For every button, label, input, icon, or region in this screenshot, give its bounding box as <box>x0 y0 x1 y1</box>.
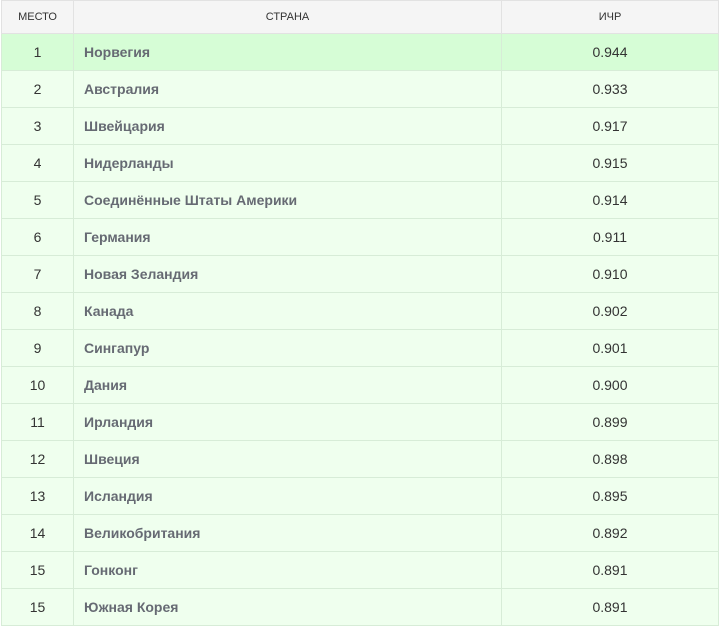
country-cell: Швеция <box>73 440 502 478</box>
hdi-cell: 0.895 <box>501 477 719 515</box>
table-row: 10 Дания 0.900 <box>1 366 719 404</box>
hdi-cell: 0.933 <box>501 70 719 108</box>
country-cell: Дания <box>73 366 502 404</box>
rank-cell: 6 <box>1 218 74 256</box>
table-row: 9 Сингапур 0.901 <box>1 329 719 367</box>
hdi-ranking-table: МЕСТО СТРАНА ИЧР 1 Норвегия 0.944 2 Авст… <box>1 0 719 626</box>
table-row: 4 Нидерланды 0.915 <box>1 144 719 182</box>
rank-cell: 13 <box>1 477 74 515</box>
country-cell: Канада <box>73 292 502 330</box>
header-row: МЕСТО СТРАНА ИЧР <box>1 0 719 34</box>
hdi-cell: 0.892 <box>501 514 719 552</box>
country-cell: Новая Зеландия <box>73 255 502 293</box>
table-row: 13 Исландия 0.895 <box>1 477 719 515</box>
hdi-cell: 0.910 <box>501 255 719 293</box>
table-row: 14 Великобритания 0.892 <box>1 514 719 552</box>
table-body: 1 Норвегия 0.944 2 Австралия 0.933 3 Шве… <box>1 33 719 626</box>
table-row: 8 Канада 0.902 <box>1 292 719 330</box>
rank-cell: 15 <box>1 588 74 626</box>
hdi-cell: 0.891 <box>501 588 719 626</box>
table-row: 15 Гонконг 0.891 <box>1 551 719 589</box>
country-cell: Ирландия <box>73 403 502 441</box>
rank-cell: 12 <box>1 440 74 478</box>
table-row: 5 Соединённые Штаты Америки 0.914 <box>1 181 719 219</box>
hdi-cell: 0.915 <box>501 144 719 182</box>
country-cell: Соединённые Штаты Америки <box>73 181 502 219</box>
hdi-cell: 0.898 <box>501 440 719 478</box>
country-cell: Норвегия <box>73 33 502 71</box>
country-cell: Германия <box>73 218 502 256</box>
hdi-ranking-table-container: МЕСТО СТРАНА ИЧР 1 Норвегия 0.944 2 Авст… <box>1 0 719 626</box>
rank-cell: 5 <box>1 181 74 219</box>
country-cell: Сингапур <box>73 329 502 367</box>
rank-cell: 8 <box>1 292 74 330</box>
table-row: 15 Южная Корея 0.891 <box>1 588 719 626</box>
hdi-cell: 0.902 <box>501 292 719 330</box>
table-row: 3 Швейцария 0.917 <box>1 107 719 145</box>
column-header-country[interactable]: СТРАНА <box>73 0 502 34</box>
rank-cell: 11 <box>1 403 74 441</box>
hdi-cell: 0.911 <box>501 218 719 256</box>
rank-cell: 4 <box>1 144 74 182</box>
table-header: МЕСТО СТРАНА ИЧР <box>1 0 719 34</box>
country-cell: Австралия <box>73 70 502 108</box>
country-cell: Нидерланды <box>73 144 502 182</box>
rank-cell: 1 <box>1 33 74 71</box>
hdi-cell: 0.901 <box>501 329 719 367</box>
hdi-cell: 0.944 <box>501 33 719 71</box>
table-row: 2 Австралия 0.933 <box>1 70 719 108</box>
table-row: 6 Германия 0.911 <box>1 218 719 256</box>
hdi-cell: 0.917 <box>501 107 719 145</box>
hdi-cell: 0.914 <box>501 181 719 219</box>
country-cell: Исландия <box>73 477 502 515</box>
column-header-rank[interactable]: МЕСТО <box>1 0 74 34</box>
rank-cell: 7 <box>1 255 74 293</box>
table-row: 12 Швеция 0.898 <box>1 440 719 478</box>
column-header-hdi[interactable]: ИЧР <box>501 0 719 34</box>
hdi-cell: 0.891 <box>501 551 719 589</box>
country-cell: Швейцария <box>73 107 502 145</box>
rank-cell: 2 <box>1 70 74 108</box>
hdi-cell: 0.900 <box>501 366 719 404</box>
table-row: 1 Норвегия 0.944 <box>1 33 719 71</box>
table-row: 11 Ирландия 0.899 <box>1 403 719 441</box>
country-cell: Гонконг <box>73 551 502 589</box>
country-cell: Южная Корея <box>73 588 502 626</box>
rank-cell: 14 <box>1 514 74 552</box>
table-row: 7 Новая Зеландия 0.910 <box>1 255 719 293</box>
country-cell: Великобритания <box>73 514 502 552</box>
rank-cell: 3 <box>1 107 74 145</box>
hdi-cell: 0.899 <box>501 403 719 441</box>
rank-cell: 10 <box>1 366 74 404</box>
rank-cell: 9 <box>1 329 74 367</box>
rank-cell: 15 <box>1 551 74 589</box>
